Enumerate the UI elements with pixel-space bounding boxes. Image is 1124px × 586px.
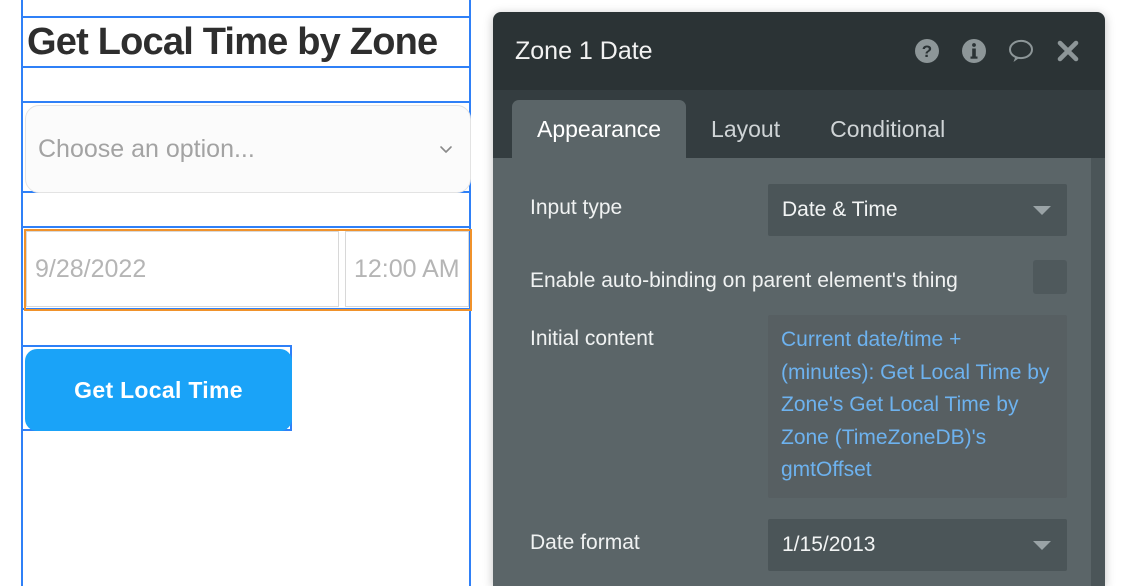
auto-binding-label: Enable auto-binding on parent element's … — [530, 269, 958, 292]
comment-icon[interactable] — [1006, 36, 1036, 66]
info-icon[interactable] — [959, 36, 989, 66]
date-format-select[interactable]: 1/15/2013 — [768, 518, 1067, 571]
panel-header: Zone 1 Date ? — [493, 12, 1105, 90]
panel-scrollbar-track[interactable] — [1091, 158, 1105, 586]
caret-down-icon — [1033, 540, 1051, 550]
datetime-input-selection[interactable]: 9/28/2022 12:00 AM — [21, 226, 472, 311]
initial-content-field: Current date/time + (minutes): Get Local… — [768, 315, 1067, 498]
panel-title: Zone 1 Date — [515, 36, 653, 65]
design-canvas: Get Local Time by Zone Choose an option.… — [0, 0, 493, 586]
svg-text:?: ? — [922, 42, 932, 61]
date-format-label: Date format — [530, 530, 640, 554]
zone-dropdown-placeholder: Choose an option... — [38, 135, 255, 163]
caret-down-icon — [1033, 206, 1051, 215]
chevron-down-icon — [438, 141, 454, 157]
help-icon[interactable]: ? — [912, 36, 942, 66]
get-local-time-button[interactable]: Get Local Time — [25, 349, 292, 431]
element-property-editor: Zone 1 Date ? Appearance Layout Conditio… — [493, 12, 1105, 586]
property-row-input-type: Input type Date & Time — [493, 184, 1105, 236]
tab-conditional[interactable]: Conditional — [805, 100, 970, 158]
panel-scrollbar-thumb[interactable] — [1091, 158, 1105, 586]
property-row-auto-binding: Enable auto-binding on parent element's … — [493, 257, 1105, 294]
initial-content-expression[interactable]: Current date/time + (minutes): Get Local… — [768, 315, 1067, 498]
panel-body: Input type Date & Time Enable auto-bindi… — [493, 158, 1105, 586]
date-input-placeholder: 9/28/2022 — [35, 255, 147, 283]
time-input-placeholder: 12:00 AM — [354, 255, 460, 283]
panel-tabbar: Appearance Layout Conditional — [493, 90, 1105, 158]
date-format-value: 1/15/2013 — [782, 532, 876, 556]
input-type-field: Date & Time — [768, 184, 1067, 236]
date-format-field: 1/15/2013 — [768, 518, 1067, 571]
tab-layout[interactable]: Layout — [686, 100, 805, 158]
get-local-time-button-selection[interactable]: Get Local Time — [21, 345, 292, 431]
input-type-value: Date & Time — [782, 198, 898, 221]
panel-header-icons: ? — [912, 36, 1083, 66]
input-type-select[interactable]: Date & Time — [768, 184, 1067, 236]
zone-dropdown[interactable]: Choose an option... — [25, 105, 471, 193]
time-input[interactable]: 12:00 AM — [345, 231, 469, 307]
auto-binding-checkbox[interactable] — [1033, 260, 1067, 294]
zone-dropdown-selection[interactable]: Choose an option... — [21, 101, 471, 193]
tab-appearance[interactable]: Appearance — [512, 100, 687, 158]
page-title-selection[interactable]: Get Local Time by Zone — [21, 16, 471, 68]
date-input[interactable]: 9/28/2022 — [26, 231, 339, 307]
close-icon[interactable] — [1053, 36, 1083, 66]
property-row-initial-content: Initial content Current date/time + (min… — [493, 315, 1105, 498]
initial-content-label: Initial content — [530, 327, 654, 351]
input-type-label: Input type — [530, 196, 623, 219]
page-title: Get Local Time by Zone — [27, 21, 438, 63]
property-row-date-format: Date format 1/15/2013 — [493, 518, 1105, 571]
